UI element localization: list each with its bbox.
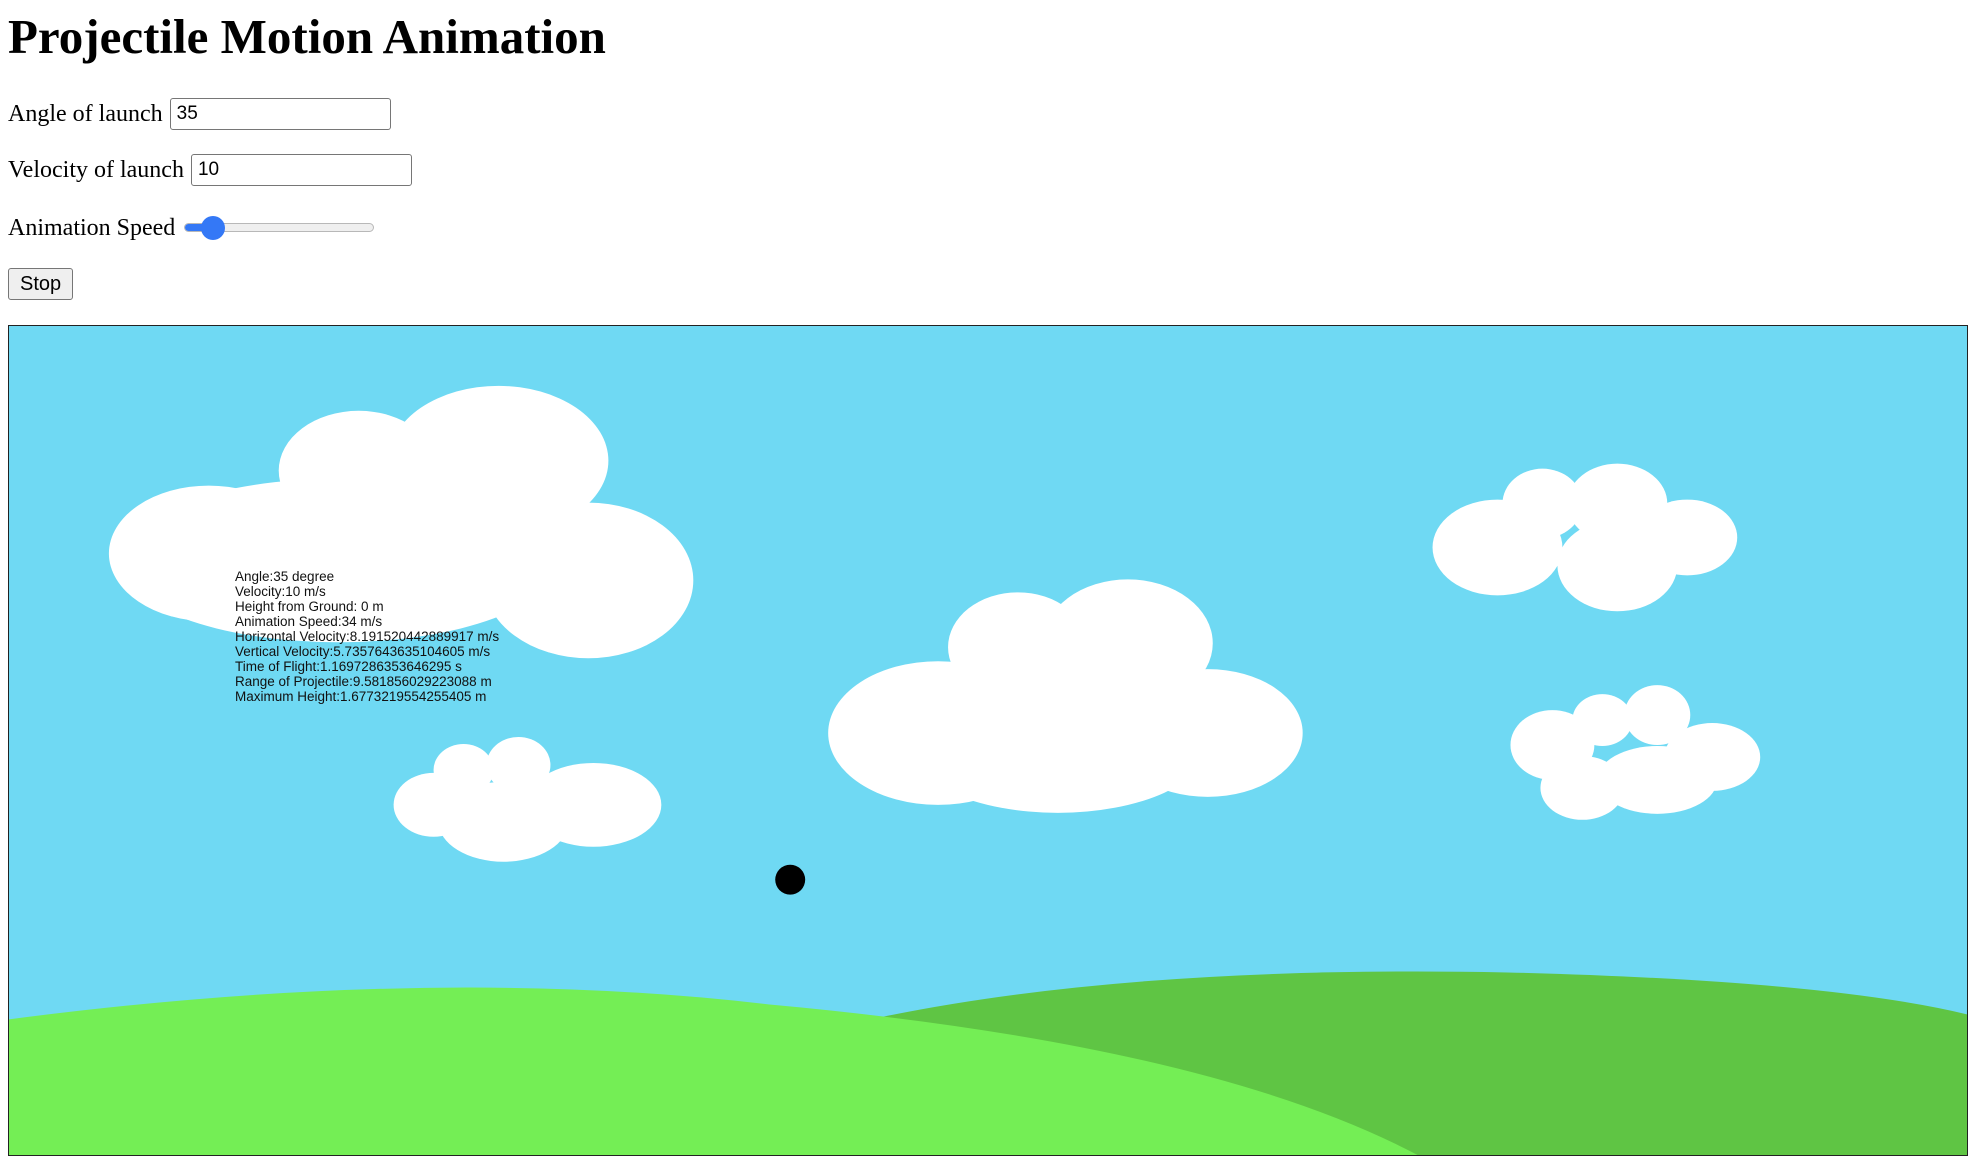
stat-angle: Angle:35 degree	[235, 569, 335, 584]
animation-speed-slider[interactable]	[184, 215, 375, 241]
stat-height: Height from Ground: 0 m	[235, 599, 384, 614]
angle-row: Angle of launch	[8, 98, 391, 130]
slider-thumb[interactable]	[200, 216, 225, 240]
stat-horizontal-velocity: Horizontal Velocity:8.191520442889917 m/…	[235, 629, 500, 644]
stat-range: Range of Projectile:9.581856029223088 m	[235, 674, 492, 689]
stop-button[interactable]: Stop	[8, 268, 74, 300]
page-title: Projectile Motion Animation	[8, 9, 606, 64]
stat-vertical-velocity: Vertical Velocity:5.735764363510460​5 m/…	[235, 644, 491, 659]
stat-velocity: Velocity:10 m/s	[235, 584, 326, 599]
speed-row: Animation Speed	[8, 212, 375, 244]
stat-animation-speed: Animation Speed:34 m/s	[235, 614, 383, 629]
animation-speed-label: Animation Speed	[8, 214, 176, 241]
angle-input[interactable]	[169, 98, 391, 130]
velocity-row: Velocity of launch	[8, 154, 412, 186]
velocity-label: Velocity of launch	[8, 156, 184, 183]
stat-time-of-flight: Time of Flight:1.1697286353646295 s	[235, 659, 462, 674]
velocity-input[interactable]	[190, 154, 412, 186]
scene-svg	[9, 326, 1967, 1155]
projectile-ball	[775, 864, 806, 895]
stats-panel: Angle:35 degree Velocity:10 m/s Height f…	[235, 569, 499, 704]
stat-max-height: Maximum Height:1.6773219554255405 m	[235, 689, 487, 704]
angle-label: Angle of launch	[8, 100, 163, 127]
page: Projectile Motion Animation Angle of lau…	[0, 0, 1976, 1172]
animation-canvas[interactable]: Angle:35 degree Velocity:10 m/s Height f…	[8, 325, 1968, 1156]
